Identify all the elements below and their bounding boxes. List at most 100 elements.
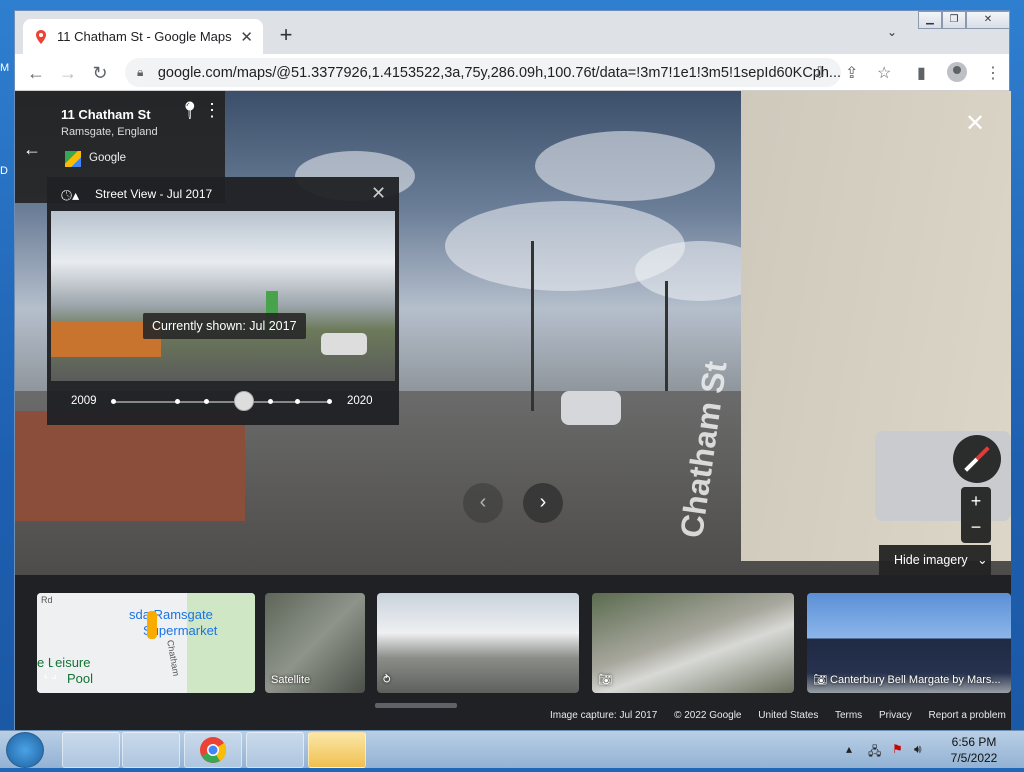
google-maps-logo-icon — [65, 151, 81, 167]
timeline-tick[interactable] — [327, 399, 332, 404]
bookmark-star-icon[interactable]: ☆ — [877, 63, 891, 83]
map-card[interactable]: sda Ramsgate Supermarket e Leisure Pool … — [37, 593, 255, 693]
clock-date: 7/5/2022 — [944, 750, 1004, 766]
map-label: sda Ramsgate — [129, 607, 213, 622]
report-problem-link[interactable]: Report a problem — [929, 710, 1006, 721]
pegman-icon[interactable] — [147, 611, 157, 639]
timeline-preview-image — [51, 211, 395, 381]
desktop-icon-label: D — [0, 165, 14, 177]
aerial-photo-card[interactable]: 📷︎ — [592, 593, 794, 693]
street-lamp — [531, 241, 534, 411]
google-maps-pin-icon — [33, 29, 49, 45]
imagery-strip: sda Ramsgate Supermarket e Leisure Pool … — [15, 575, 1011, 731]
active-app-taskbar-icon[interactable] — [308, 732, 366, 768]
timeline-tick[interactable] — [268, 399, 273, 404]
timeline-tick[interactable] — [204, 399, 209, 404]
back-arrow-icon[interactable]: ← — [25, 62, 47, 84]
close-window-button[interactable]: ✕ — [966, 11, 1010, 29]
desktop-icon-label: M — [0, 62, 14, 74]
tab-strip: 11 Chatham St - Google Maps ✕ + ⌄ ▁ ❐ ✕ — [15, 11, 1009, 54]
timeline-start-year: 2009 — [71, 395, 97, 407]
copyright-text: © 2022 Google — [674, 710, 741, 721]
show-hidden-icons-icon[interactable]: ▴ — [846, 742, 852, 756]
lock-icon: 🔒︎ — [137, 65, 148, 80]
close-timeline-icon[interactable]: ✕ — [371, 183, 386, 204]
photo-card-360[interactable]: ⥁ — [377, 593, 579, 693]
timeline-end-year: 2020 — [347, 395, 373, 407]
previous-arrow-icon[interactable]: ‹ — [463, 483, 503, 523]
privacy-link[interactable]: Privacy — [879, 710, 912, 721]
fullscreen-icon[interactable]: ⛶ — [45, 665, 56, 683]
place-photo-label: 📷︎ Canterbury Bell Margate by Mars... — [813, 673, 1001, 686]
timeline-heading: Street View - Jul 2017 — [95, 187, 212, 201]
region-link[interactable]: United States — [758, 710, 818, 721]
address-bar[interactable]: 🔒︎ google.com/maps/@51.3377926,1.4153522… — [125, 58, 841, 87]
satellite-card[interactable]: Satellite — [265, 593, 365, 693]
volume-icon[interactable]: 🔊︎ — [914, 742, 922, 757]
compass-icon[interactable] — [953, 435, 1001, 483]
windows-taskbar: ▴ 🖧︎ ⚑ 🔊︎ 6:56 PM 7/5/2022 — [0, 730, 1024, 768]
image-capture-date: Image capture: Jul 2017 — [550, 710, 657, 721]
camera-icon: 📷︎ — [598, 673, 612, 686]
photosphere-icon: ⥁ — [383, 673, 391, 686]
timeline-tick[interactable] — [175, 399, 180, 404]
minimize-button[interactable]: ▁ — [918, 11, 942, 29]
maximize-button[interactable]: ❐ — [942, 11, 966, 29]
strip-scrollbar[interactable] — [375, 703, 457, 708]
clock-time: 6:56 PM — [944, 734, 1004, 750]
url-text: google.com/maps/@51.3377926,1.4153522,3a… — [158, 65, 841, 81]
next-arrow-icon[interactable]: › — [523, 483, 563, 523]
timeline-slider-thumb[interactable] — [234, 391, 254, 411]
reload-icon[interactable]: ↻ — [89, 62, 111, 84]
forward-arrow-icon[interactable]: → — [57, 62, 79, 84]
browser-toolbar: ← → ↻ 🔒︎ google.com/maps/@51.3377926,1.4… — [15, 54, 1009, 91]
zoom-out-button[interactable]: − — [961, 515, 991, 543]
currently-shown-tooltip: Currently shown: Jul 2017 — [143, 313, 306, 339]
zoom-in-button[interactable]: + — [961, 487, 991, 515]
place-photo-card[interactable]: 📷︎ Canterbury Bell Margate by Mars... — [807, 593, 1011, 693]
place-locality: Ramsgate, England — [61, 126, 158, 138]
close-tab-icon[interactable]: ✕ — [240, 28, 253, 46]
action-center-flag-icon[interactable]: ⚑ — [892, 742, 903, 756]
terms-link[interactable]: Terms — [835, 710, 862, 721]
profile-avatar[interactable] — [947, 62, 967, 82]
time-travel-panel: 🕓︎▴ Street View - Jul 2017 ✕ Currently s… — [47, 177, 399, 425]
media-player-taskbar-icon[interactable] — [122, 732, 180, 768]
system-clock[interactable]: 6:56 PM 7/5/2022 — [944, 734, 1004, 766]
hide-imagery-label: Hide imagery — [894, 553, 968, 567]
map-footer: Image capture: Jul 2017 © 2022 Google Un… — [550, 710, 1011, 721]
control-panel-taskbar-icon[interactable] — [246, 732, 304, 768]
parked-car — [561, 391, 621, 425]
map-label: Pool — [67, 671, 93, 686]
satellite-label: Satellite — [271, 674, 310, 686]
start-button[interactable] — [6, 732, 44, 768]
menu-kebab-icon[interactable]: ⋮ — [985, 63, 1001, 83]
close-street-view-icon[interactable]: ✕ — [965, 109, 985, 138]
brick-wall — [15, 411, 245, 521]
more-options-icon[interactable]: ⋮ — [203, 101, 221, 119]
zoom-control: + − — [961, 487, 991, 543]
street-lamp — [665, 281, 668, 391]
place-name[interactable]: 11 Chatham St — [61, 107, 151, 122]
timeline-tick[interactable] — [111, 399, 116, 404]
browser-window: 11 Chatham St - Google Maps ✕ + ⌄ ▁ ❐ ✕ … — [14, 10, 1010, 730]
tab-search-chevron-icon[interactable]: ⌄ — [887, 25, 897, 39]
back-arrow-icon[interactable]: ← — [23, 139, 41, 160]
history-clock-icon[interactable]: 🕓︎▴ — [61, 187, 79, 204]
new-tab-button[interactable]: + — [273, 23, 299, 49]
chrome-taskbar-icon[interactable] — [184, 732, 242, 768]
side-panel-icon[interactable]: ▮ — [917, 63, 926, 83]
install-app-icon[interactable]: ⇩ — [813, 63, 826, 83]
hide-imagery-button[interactable]: Hide imagery ⌄ — [879, 545, 991, 575]
share-icon[interactable]: ⇪ — [845, 63, 858, 83]
tab-title: 11 Chatham St - Google Maps — [57, 29, 240, 44]
street-view-panorama[interactable]: Chatham St ← 11 Chatham St Ramsgate, Eng… — [15, 91, 1011, 731]
tab-google-maps[interactable]: 11 Chatham St - Google Maps ✕ — [23, 19, 263, 54]
map-label: Rd — [41, 595, 53, 605]
chevron-down-icon: ⌄ — [977, 553, 987, 567]
timeline-tick[interactable] — [295, 399, 300, 404]
explorer-taskbar-icon[interactable] — [62, 732, 120, 768]
location-pin-icon[interactable]: 📍︎ — [179, 101, 201, 121]
image-source: Google — [89, 152, 126, 164]
network-icon[interactable]: 🖧︎ — [868, 742, 881, 763]
